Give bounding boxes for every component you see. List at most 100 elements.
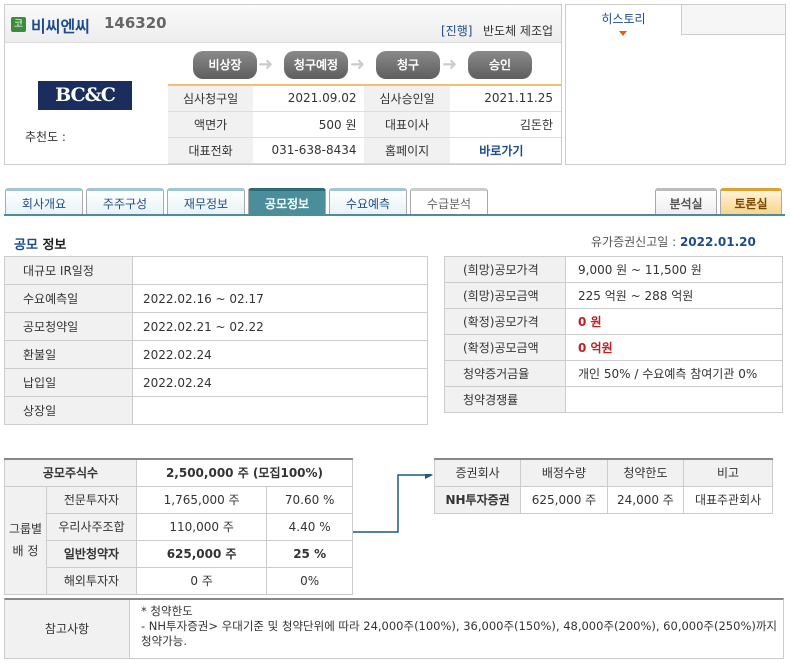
row-value: 개인 50% / 수요예측 참여기관 0% xyxy=(565,360,783,387)
history-panel: 히스토리 xyxy=(565,4,786,165)
section-title: 공모 정보 xyxy=(14,238,67,253)
offering-price-table: (희망)공모가격 9,000 원 ~ 11,500 원 (희망)공모금액 225 억… xyxy=(444,256,783,413)
notes-body: * 청약한도 - NH투자증권> 우대기준 및 청약단위에 따라 24,000주… xyxy=(141,604,781,649)
step-approved: 승인 xyxy=(468,51,532,79)
percent: 4.40 % xyxy=(266,512,353,541)
underwriter-name: NH투자증권 xyxy=(433,485,522,514)
table-row: 공모주식수 2,500,000 주 (모집100%) xyxy=(4,458,353,487)
step-planned: 청구예정 xyxy=(284,51,348,79)
table-row: 일반청약자 625,000 주 25 % xyxy=(5,539,353,568)
row-label: 환불일 xyxy=(4,340,133,369)
notes-panel: 참고사항 * 청약한도 - NH투자증권> 우대기준 및 청약단위에 따라 24… xyxy=(4,598,784,659)
column-header: 배정수량 xyxy=(520,458,608,487)
company-header: 코 비씨엔씨 146320 [진행] 반도체 제조업 xyxy=(5,5,561,43)
table-row: 대규모 IR일정 xyxy=(4,256,428,285)
company-summary-panel: 코 비씨엔씨 146320 [진행] 반도체 제조업 BC&C 추천도 : 비상… xyxy=(4,4,562,165)
shares: 625,000 주 xyxy=(135,539,268,568)
row-label: (희망)공모가격 xyxy=(444,256,566,283)
step-arrow-icon: ➜ xyxy=(442,54,458,75)
info-label: 심사청구일 xyxy=(168,85,254,112)
table-row: (확정)공모가격 0 원 xyxy=(444,308,783,335)
row-value xyxy=(132,396,428,425)
table-row: 환불일 2022.02.24 xyxy=(4,340,428,369)
row-value: 2022.02.21 ~ 02.22 xyxy=(132,312,428,341)
tab-bar-filler xyxy=(682,5,785,35)
info-label: 홈페이지 xyxy=(364,137,450,164)
row-value xyxy=(132,256,428,285)
step-filed: 청구 xyxy=(376,51,440,79)
table-row: 대표전화 031-638-8434 홈페이지 바로가기 xyxy=(168,137,561,164)
row-label: 공모청약일 xyxy=(4,312,133,341)
row-value: 0 원 xyxy=(565,308,783,335)
row-value: 2022.02.16 ~ 02.17 xyxy=(132,284,428,313)
tab-underline xyxy=(4,214,785,216)
note-line: * 청약한도 xyxy=(141,604,193,618)
info-value: 500 원 xyxy=(253,111,365,138)
allocation-table: 공모주식수 2,500,000 주 (모집100%) 그룹별 배 정 전문투자자 … xyxy=(4,458,353,595)
total-value: 2,500,000 주 (모집100%) xyxy=(136,458,353,487)
table-row: 증권회사 배정수량 청약한도 비고 xyxy=(433,458,773,487)
investor-type: 해외투자자 xyxy=(46,566,137,595)
table-row: 우리사주조합 110,000 주 4.40 % xyxy=(5,512,353,541)
tab-demand-forecast[interactable]: 수요예측 xyxy=(329,188,407,214)
company-name: 비씨엔씨 xyxy=(31,17,90,36)
row-label: 청약경쟁률 xyxy=(444,386,566,413)
investor-type: 일반청약자 xyxy=(46,539,137,568)
investor-type: 우리사주조합 xyxy=(46,512,137,541)
row-value: 9,000 원 ~ 11,500 원 xyxy=(565,256,783,283)
recommend-label: 추천도 : xyxy=(25,130,66,144)
group-label: 그룹별 배 정 xyxy=(4,485,47,595)
info-label: 대표이사 xyxy=(364,111,450,138)
table-row: 수요예측일 2022.02.16 ~ 02.17 xyxy=(4,284,428,313)
row-value: 0 억원 xyxy=(565,334,783,361)
shares: 110,000 주 xyxy=(135,512,268,541)
tab-ipo-info[interactable]: 공모정보 xyxy=(248,188,326,214)
row-value: 2022.02.24 xyxy=(132,368,428,397)
row-label: 대규모 IR일정 xyxy=(4,256,133,285)
info-label: 대표전화 xyxy=(168,137,254,164)
subscription-limit: 24,000 주 xyxy=(606,485,685,514)
table-row: 해외투자자 0 주 0% xyxy=(5,566,353,595)
total-label: 공모주식수 xyxy=(4,458,137,487)
table-row: (희망)공모가격 9,000 원 ~ 11,500 원 xyxy=(444,256,783,283)
row-label: 청약증거금율 xyxy=(444,360,566,387)
tab-discussion-room[interactable]: 토론실 xyxy=(720,188,782,214)
note-line: - NH투자증권> 우대기준 및 청약단위에 따라 24,000주(100%),… xyxy=(141,619,778,633)
status-tag: [진행] xyxy=(441,24,473,38)
tab-analysis-room[interactable]: 분석실 xyxy=(655,188,717,214)
table-row: 그룹별 배 정 전문투자자 1,765,000 주 70.60 % xyxy=(4,485,353,595)
percent: 0% xyxy=(266,566,353,595)
row-label: 상장일 xyxy=(4,396,133,425)
row-label: 수요예측일 xyxy=(4,284,133,313)
tab-shareholders[interactable]: 주주구성 xyxy=(86,188,164,214)
company-logo: BC&C xyxy=(38,81,132,110)
table-row: (희망)공모금액 225 억원 ~ 288 억원 xyxy=(444,282,783,309)
tab-financials[interactable]: 재무정보 xyxy=(167,188,245,214)
filing-date: 유가증권신고일 : 2022.01.20 xyxy=(591,235,756,249)
row-value: 225 억원 ~ 288 억원 xyxy=(565,282,783,309)
column-header: 비고 xyxy=(683,458,773,487)
shares: 0 주 xyxy=(135,566,268,595)
info-value: 2021.11.25 xyxy=(449,85,561,112)
note-line: 청약가능. xyxy=(141,634,187,648)
column-header: 청약한도 xyxy=(606,458,685,487)
step-arrow-icon: ➜ xyxy=(350,54,366,75)
percent: 70.60 % xyxy=(266,485,353,514)
kosdaq-market-icon: 코 xyxy=(11,17,26,32)
step-arrow-icon: ➜ xyxy=(258,54,274,75)
row-label: (확정)공모가격 xyxy=(444,308,566,335)
shares: 1,765,000 주 xyxy=(135,485,268,514)
table-row: (확정)공모금액 0 억원 xyxy=(444,334,783,361)
allocated-qty: 625,000 주 xyxy=(520,485,608,514)
info-label: 심사승인일 xyxy=(364,85,450,112)
info-value: 031-638-8434 xyxy=(253,137,365,164)
tab-company-overview[interactable]: 회사개요 xyxy=(5,188,83,214)
homepage-link[interactable]: 바로가기 xyxy=(449,137,561,164)
tab-supply-analysis[interactable]: 수급분석 xyxy=(410,188,488,214)
row-label: (희망)공모금액 xyxy=(444,282,566,309)
info-value: 2021.09.02 xyxy=(253,85,365,112)
row-label: (확정)공모금액 xyxy=(444,334,566,361)
info-value: 김돈한 xyxy=(449,111,561,138)
ipo-schedule-table: 대규모 IR일정 수요예측일 2022.02.16 ~ 02.17 공모청약일 20… xyxy=(4,256,428,425)
table-row: 액면가 500 원 대표이사 김돈한 xyxy=(168,111,561,138)
